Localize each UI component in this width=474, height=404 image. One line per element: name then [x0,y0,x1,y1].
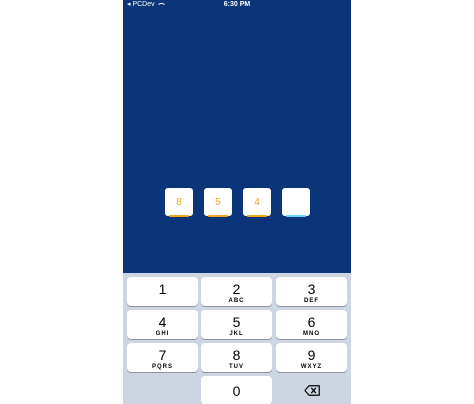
key-digit: 4 [158,314,167,330]
key-6[interactable]: 6 MNO [276,310,347,339]
key-digit: 3 [307,281,316,297]
key-1[interactable]: 1 [127,277,198,306]
backspace-icon [303,385,320,396]
numeric-keypad: 1 2 ABC 3 DEF 4 GHI 5 JKL 6 MNO 7 PQRS 8 [123,273,351,404]
pin-digit-value: 5 [215,196,221,208]
key-4[interactable]: 4 GHI [127,310,198,339]
key-9[interactable]: 9 WXYZ [276,343,347,372]
key-digit: 6 [307,314,316,330]
key-digit: 1 [158,281,167,297]
key-digit: 0 [232,383,241,399]
key-letters: ABC [228,298,245,304]
key-letters: TUV [229,364,244,370]
key-7[interactable]: 7 PQRS [127,343,198,372]
key-letters: DEF [304,298,319,304]
pin-underline [247,215,267,217]
pin-underline [208,215,228,217]
key-2[interactable]: 2 ABC [201,277,272,306]
pin-underline [169,215,189,217]
pin-digit-value: 8 [176,196,182,208]
key-letters: PQRS [151,364,173,370]
pin-digit-1[interactable]: 8 [165,188,193,217]
key-8[interactable]: 8 TUV [201,343,272,372]
key-digit: 2 [232,281,241,297]
pin-digit-value: 4 [254,196,260,208]
pin-digit-3[interactable]: 4 [243,188,271,217]
pin-underline [286,215,306,217]
pin-digit-2[interactable]: 5 [204,188,232,217]
key-letters: GHI [155,331,170,337]
status-bar: ◂ PCDev 6:30 PM [123,0,351,10]
key-0[interactable]: 0 [201,376,272,404]
key-letters: MNO [303,331,320,337]
key-digit: 9 [307,347,316,363]
key-letters: WXYZ [300,364,323,370]
app-screen: ◂ PCDev 6:30 PM 8 5 4 1 2 ABC 3 DEF 4 GH… [123,0,351,404]
key-letters: JKL [229,331,244,337]
key-digit: 5 [232,314,241,330]
key-digit: 7 [158,347,167,363]
key-3[interactable]: 3 DEF [276,277,347,306]
status-time: 6:30 PM [223,1,251,8]
delete-button[interactable] [276,376,347,404]
key-5[interactable]: 5 JKL [201,310,272,339]
key-digit: 8 [232,347,241,363]
pin-digit-4[interactable] [282,188,310,217]
pin-entry: 8 5 4 [165,188,310,217]
